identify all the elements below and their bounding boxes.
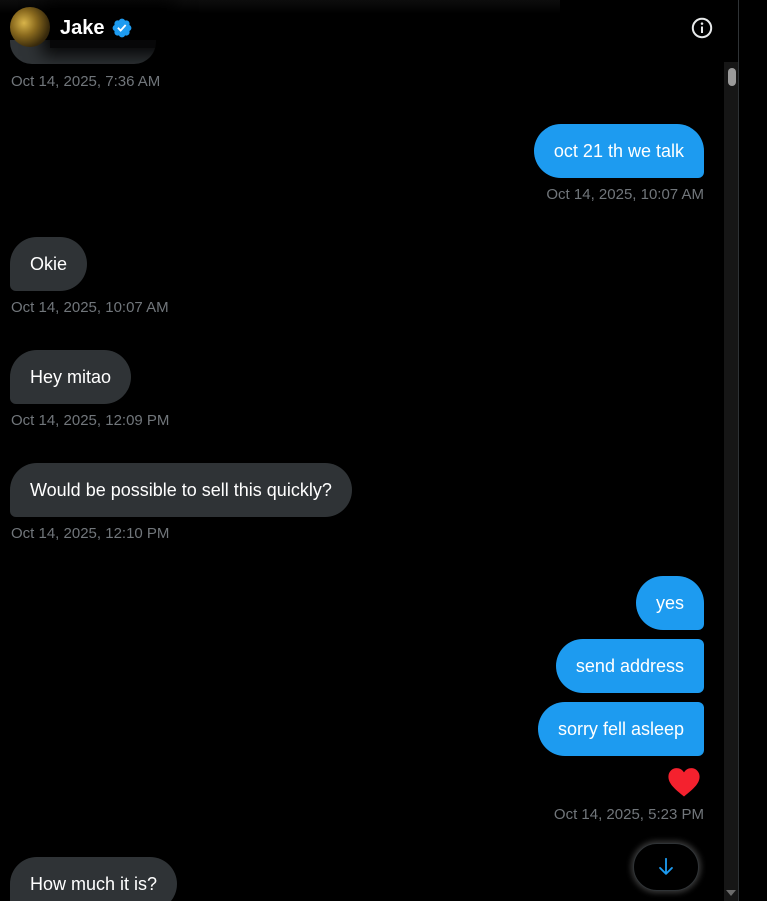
timestamp: Oct 14, 2025, 12:09 PM — [11, 412, 170, 429]
message-bubble-sent[interactable]: sorry fell asleep — [537, 702, 704, 756]
scroll-down-arrow-icon[interactable] — [726, 890, 736, 896]
message-bubble-sent[interactable]: yes — [635, 576, 704, 630]
avatar[interactable] — [10, 7, 50, 47]
contact-name[interactable]: Jake — [60, 17, 105, 40]
message-bubble-received[interactable]: How much it is? — [10, 857, 178, 901]
jump-to-latest-button[interactable] — [633, 843, 699, 891]
message-bubble-received[interactable]: Would be possible to sell this quickly? — [10, 463, 352, 517]
timestamp: Oct 14, 2025, 10:07 AM — [546, 186, 704, 203]
header-name-group[interactable]: Jake — [50, 8, 167, 48]
message-bubble-received[interactable]: Okie — [10, 237, 88, 291]
timestamp: Oct 14, 2025, 5:23 PM — [553, 806, 704, 823]
arrow-down-icon — [659, 857, 673, 875]
message-bubble-sent[interactable]: oct 21 th we talk — [533, 124, 704, 178]
heart-icon[interactable] — [667, 766, 701, 798]
info-icon[interactable] — [690, 16, 714, 40]
timestamp: Oct 14, 2025, 7:36 AM — [11, 73, 161, 90]
scrollbar-track[interactable] — [724, 62, 738, 901]
timestamp: Oct 14, 2025, 10:07 AM — [11, 299, 169, 316]
side-panel — [739, 0, 767, 901]
message-bubble-received[interactable]: Hey mitao — [10, 350, 132, 404]
verified-badge-icon — [112, 18, 131, 38]
conversation-panel: Oct 14, 2025, 7:36 AM oct 21 th we talk … — [0, 0, 738, 901]
conversation-header: Jake — [0, 0, 724, 56]
message-bubble-sent[interactable]: send address — [555, 639, 704, 693]
timestamp: Oct 14, 2025, 12:10 PM — [11, 525, 170, 542]
scrollbar-thumb[interactable] — [728, 68, 736, 86]
